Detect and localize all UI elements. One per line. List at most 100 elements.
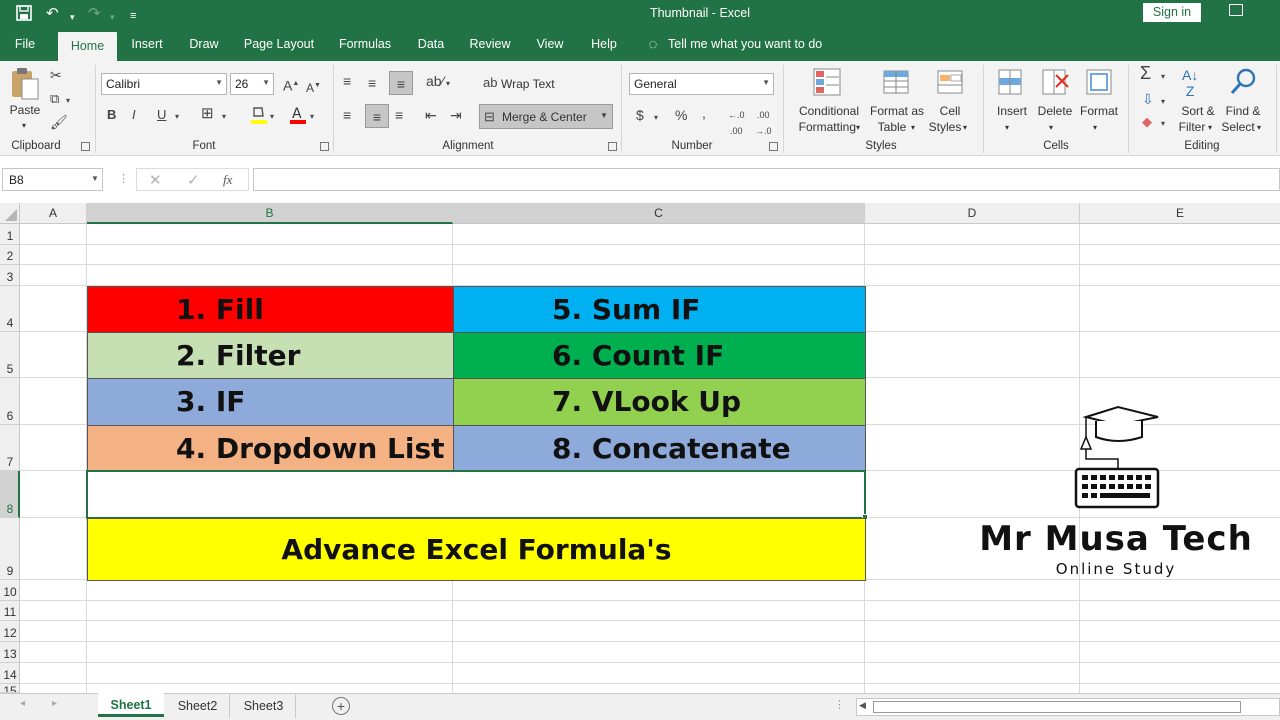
cell-b8-selected[interactable]	[86, 470, 866, 519]
scroll-left-icon[interactable]: ◀	[859, 700, 866, 711]
font-launcher-icon[interactable]	[320, 142, 329, 151]
tab-data[interactable]: Data	[410, 30, 452, 61]
row-header-3[interactable]: 3	[0, 265, 20, 286]
column-header-c[interactable]: C	[453, 203, 865, 224]
font-name-combo[interactable]: Calibri ▼	[101, 73, 227, 95]
underline-dropdown-icon[interactable]: ▾	[175, 109, 179, 125]
format-painter-icon[interactable]: 🖌	[50, 114, 68, 130]
cancel-icon[interactable]: ✕	[149, 171, 162, 189]
row-header-11[interactable]: 11	[0, 601, 20, 621]
orientation-dropdown-icon[interactable]: ▾	[446, 76, 450, 92]
cell-b5[interactable]: 2. Filter	[87, 332, 454, 379]
delete-button[interactable]: Delete	[1036, 104, 1074, 118]
row-header-2[interactable]: 2	[0, 245, 20, 265]
decrease-decimal-icon[interactable]: .00 →.0	[755, 107, 772, 139]
column-header-d[interactable]: D	[865, 203, 1080, 224]
decrease-font-icon[interactable]: A▼	[306, 78, 321, 96]
sort-filter-label[interactable]: Sort &	[1178, 104, 1218, 118]
tab-help[interactable]: Help	[583, 30, 625, 61]
cut-icon[interactable]: ✂	[50, 67, 62, 83]
row-header-6[interactable]: 6	[0, 378, 20, 425]
cell-b6[interactable]: 3. IF	[87, 378, 454, 426]
sort-filter-label-2[interactable]: Filter	[1174, 120, 1210, 134]
tab-insert[interactable]: Insert	[124, 30, 170, 61]
format-button[interactable]: Format	[1078, 104, 1120, 118]
clear-dropdown-icon[interactable]: ▾	[1161, 116, 1165, 132]
worksheet-grid[interactable]: A B C D E 1 2 3 4 5 6 7 8 9 10 11 12 13 …	[0, 203, 1280, 693]
paste-button[interactable]: Paste	[6, 103, 44, 117]
column-header-e[interactable]: E	[1080, 203, 1280, 224]
fill-down-icon[interactable]: ⇩	[1142, 91, 1154, 107]
paste-dropdown-icon[interactable]: ▾	[18, 119, 30, 133]
select-all-corner[interactable]	[0, 203, 20, 224]
row-header-4[interactable]: 4	[0, 286, 20, 332]
cell-b7[interactable]: 4. Dropdown List	[87, 425, 454, 472]
row-header-12[interactable]: 12	[0, 621, 20, 642]
cell-c6[interactable]: 7. VLook Up	[453, 378, 866, 426]
wrap-text-button[interactable]: Wrap Text	[501, 77, 555, 91]
scroll-tabs-left-icon[interactable]: ◂	[20, 698, 25, 709]
delete-cells-icon[interactable]	[1040, 67, 1070, 97]
delete-dropdown-icon[interactable]: ▾	[1049, 121, 1053, 135]
column-header-a[interactable]: A	[20, 203, 87, 224]
find-select-dropdown-icon[interactable]: ▾	[1257, 121, 1261, 135]
wrap-text-icon[interactable]: ab	[483, 75, 497, 91]
format-as-table-icon[interactable]	[882, 67, 914, 97]
fill-down-dropdown-icon[interactable]: ▾	[1161, 94, 1165, 110]
row-header-13[interactable]: 13	[0, 642, 20, 663]
italic-icon[interactable]: I	[132, 107, 136, 123]
number-format-combo[interactable]: General ▼	[629, 73, 774, 95]
ribbon-display-options-icon[interactable]	[1229, 4, 1243, 16]
fill-color-icon[interactable]	[250, 105, 268, 125]
underline-icon[interactable]: U	[157, 107, 166, 123]
sheet-tab-sheet1[interactable]: Sheet1	[98, 693, 164, 717]
tab-home[interactable]: Home	[58, 32, 117, 61]
cell-c4[interactable]: 5. Sum IF	[453, 286, 866, 333]
decrease-indent-icon[interactable]: ⇤	[425, 107, 437, 123]
orientation-icon[interactable]: ab⁄	[426, 73, 444, 89]
font-color-dropdown-icon[interactable]: ▾	[310, 109, 314, 125]
align-top-icon[interactable]: ≡	[343, 73, 351, 89]
insert-button[interactable]: Insert	[994, 104, 1030, 118]
fill-color-dropdown-icon[interactable]: ▾	[270, 109, 274, 125]
row-header-10[interactable]: 10	[0, 580, 20, 601]
format-dropdown-icon[interactable]: ▾	[1093, 121, 1097, 135]
align-middle-icon[interactable]: ≡	[368, 75, 376, 91]
row-header-9[interactable]: 9	[0, 518, 20, 580]
enter-icon[interactable]: ✓	[187, 171, 200, 189]
insert-cells-icon[interactable]	[996, 67, 1026, 97]
tab-page-layout[interactable]: Page Layout	[238, 30, 320, 61]
cell-styles-label-2[interactable]: Styles	[928, 120, 962, 134]
cell-b9[interactable]: Advance Excel Formula's	[87, 518, 866, 581]
percent-icon[interactable]: %	[675, 107, 687, 123]
format-as-table-label[interactable]: Format as	[866, 104, 928, 118]
sign-in-button[interactable]: Sign in	[1143, 3, 1201, 22]
tab-view[interactable]: View	[528, 30, 572, 61]
splitter-dots-icon[interactable]: ⋮	[118, 172, 129, 185]
conditional-formatting-dropdown-icon[interactable]: ▾	[856, 121, 860, 135]
increase-decimal-icon[interactable]: ←.0.00	[728, 107, 745, 139]
autosum-icon[interactable]: Σ	[1140, 64, 1151, 82]
insert-dropdown-icon[interactable]: ▾	[1005, 121, 1009, 135]
row-header-5[interactable]: 5	[0, 332, 20, 378]
scrollbar-thumb[interactable]	[873, 701, 1241, 713]
cell-b4[interactable]: 1. Fill	[87, 286, 454, 333]
scroll-tabs-right-icon[interactable]: ▸	[52, 698, 57, 709]
horizontal-scrollbar[interactable]: ◀	[856, 698, 1280, 716]
format-cells-icon[interactable]	[1084, 67, 1114, 97]
tab-file[interactable]: File	[6, 30, 44, 61]
conditional-formatting-icon[interactable]	[812, 67, 844, 97]
align-bottom-icon[interactable]: ≡	[389, 71, 413, 95]
sort-filter-dropdown-icon[interactable]: ▾	[1208, 121, 1212, 135]
formula-input[interactable]	[253, 168, 1280, 191]
conditional-formatting-label-2[interactable]: Formatting	[790, 120, 856, 134]
tab-formulas[interactable]: Formulas	[331, 30, 399, 61]
insert-function-icon[interactable]: fx	[223, 172, 232, 188]
find-select-label[interactable]: Find &	[1222, 104, 1264, 118]
sheet-tab-sheet2[interactable]: Sheet2	[166, 694, 230, 718]
cell-c7[interactable]: 8. Concatenate	[453, 425, 866, 472]
increase-font-icon[interactable]: A▲	[283, 76, 299, 94]
tab-review[interactable]: Review	[463, 30, 517, 61]
sheet-tab-sheet3[interactable]: Sheet3	[232, 694, 296, 718]
row-header-7[interactable]: 7	[0, 425, 20, 471]
